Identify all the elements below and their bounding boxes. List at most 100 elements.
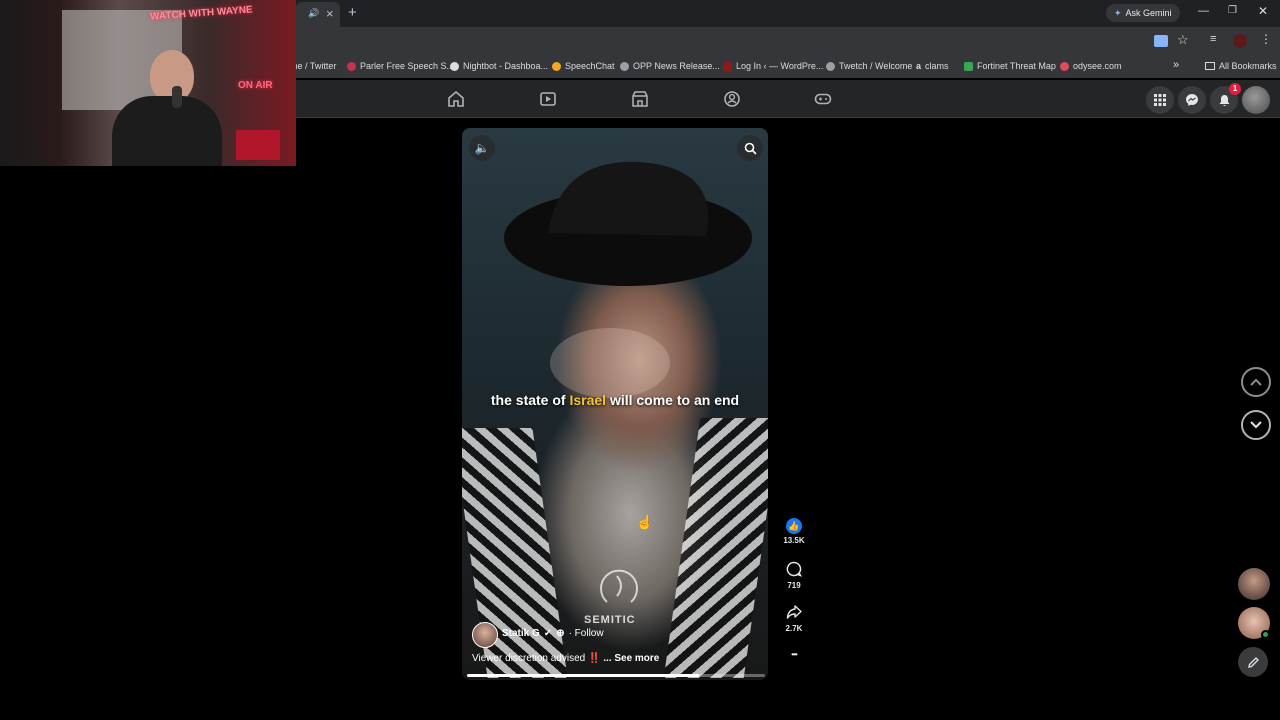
all-bookmarks-label: All Bookmarks [1219, 61, 1277, 71]
shield-icon [964, 61, 973, 71]
account-avatar[interactable] [1242, 86, 1270, 114]
gaming-icon[interactable] [814, 90, 832, 108]
twetch-icon [826, 61, 835, 71]
bookmark-label: SpeechChat [565, 61, 615, 71]
bookmark-wordpress[interactable]: Log In ‹ — WordPre... [723, 61, 823, 71]
bell-icon [1219, 94, 1229, 106]
more-options-button[interactable]: ••• [782, 650, 806, 659]
media-controls-icon[interactable]: ≡ [1210, 33, 1216, 45]
see-more-link[interactable]: ... See more [603, 653, 659, 664]
video-watermark: SEMITIC [584, 614, 636, 626]
tab-audio-icon[interactable]: 🔊 [308, 8, 319, 19]
tab-close-icon[interactable]: × [326, 6, 334, 21]
bookmark-parler[interactable]: Parler Free Speech S... [347, 61, 454, 71]
face-highlight [550, 328, 670, 398]
bookmark-star-icon[interactable]: ☆ [1177, 32, 1189, 48]
bookmark-label: me / Twitter [290, 61, 337, 71]
ask-gemini-label: Ask Gemini [1125, 8, 1172, 18]
bookmark-speechchat[interactable]: SpeechChat [552, 61, 615, 71]
new-tab-button[interactable]: + [348, 4, 357, 21]
search-button[interactable] [737, 135, 763, 161]
gemini-icon: ✦ [1114, 7, 1122, 18]
compose-icon [1247, 656, 1259, 668]
scarf-right [663, 418, 768, 678]
browser-menu-icon[interactable]: ⋮ [1260, 32, 1272, 46]
double-exclamation-emoji: ‼️ [588, 653, 601, 664]
share-count: 2.7K [785, 624, 803, 633]
ask-gemini-button[interactable]: ✦ Ask Gemini [1106, 4, 1180, 22]
progress-fill [467, 674, 700, 677]
bookmark-label: OPP News Release... [633, 61, 720, 71]
messenger-button[interactable] [1178, 86, 1206, 114]
share-icon [786, 605, 802, 619]
bookmark-fortinet[interactable]: Fortinet Threat Map [964, 61, 1056, 71]
keyboard [236, 130, 280, 160]
browser-tab[interactable]: 🔊 × [296, 2, 340, 27]
share-button[interactable]: 2.7K [782, 604, 806, 633]
more-bookmarks-icon[interactable]: » [1173, 59, 1179, 71]
odysee-icon [1060, 61, 1069, 71]
next-reel-button[interactable] [1241, 410, 1271, 440]
caption-text: will come to an end [606, 392, 740, 408]
watermark-logo-icon [600, 569, 638, 603]
messenger-icon [1186, 94, 1198, 106]
bookmark-twitter[interactable]: me / Twitter [290, 61, 336, 71]
bookmark-label: Log In ‹ — WordPre... [736, 61, 824, 71]
comment-count: 719 [787, 581, 801, 590]
notification-badge: 1 [1229, 83, 1241, 95]
minimize-window-icon[interactable]: — [1198, 5, 1209, 17]
extension-icon[interactable] [1154, 35, 1168, 47]
author-avatar[interactable] [472, 622, 498, 648]
folder-icon [1205, 62, 1215, 70]
progress-bar[interactable] [467, 674, 765, 677]
like-count: 13.5K [783, 536, 805, 545]
hat-shape [504, 161, 752, 286]
bookmark-label: Fortinet Threat Map [977, 61, 1056, 71]
video-icon[interactable] [539, 90, 557, 108]
bookmark-opp-news[interactable]: OPP News Release... [620, 61, 720, 71]
bookmark-label: Nightbot - Dashboa... [463, 61, 549, 71]
bookmark-odysee[interactable]: odysee.com [1060, 61, 1122, 71]
globe-icon [620, 61, 629, 71]
new-message-button[interactable] [1238, 647, 1268, 677]
previous-reel-button[interactable] [1241, 367, 1271, 397]
wordpress-icon [723, 61, 732, 71]
grid-icon [1154, 94, 1166, 106]
home-icon[interactable] [447, 90, 465, 108]
neon-sign-on-air: ON AIR [238, 80, 273, 91]
webcam-overlay: WATCH WITH WAYNE ON AIR [0, 0, 296, 166]
bookmark-twetch[interactable]: Twetch / Welcome [826, 61, 912, 71]
bookmark-label: Parler Free Speech S... [360, 61, 455, 71]
speaker-icon: 🔈 [474, 141, 490, 155]
profile-icon[interactable] [1233, 34, 1247, 48]
all-bookmarks-button[interactable]: All Bookmarks [1205, 61, 1277, 71]
follow-button[interactable]: · Follow [569, 628, 604, 639]
caption-highlight: Israel [569, 392, 607, 408]
menu-grid-button[interactable] [1146, 86, 1174, 114]
nightbot-icon [450, 61, 459, 71]
marketplace-icon[interactable] [631, 90, 649, 108]
bookmark-nightbot[interactable]: Nightbot - Dashboa... [450, 61, 548, 71]
close-window-icon[interactable]: ✕ [1258, 4, 1268, 18]
caption-text: the state of [490, 392, 570, 408]
volume-button[interactable]: 🔈 [469, 135, 495, 161]
restore-window-icon[interactable]: ❐ [1228, 5, 1237, 16]
reel-video-player[interactable]: 🔈 the state of Israel will come to an en… [462, 128, 768, 680]
groups-icon[interactable] [723, 90, 741, 108]
author-name[interactable]: Statik G [502, 628, 540, 639]
verified-icon: ✓ [543, 628, 553, 639]
bookmark-clams[interactable]: a clams [916, 61, 949, 71]
mouse-cursor: ☝ [636, 514, 654, 530]
chevron-up-icon [1250, 378, 1262, 386]
bookmark-label: odysee.com [1073, 61, 1122, 71]
comment-icon [786, 561, 803, 577]
streamer-body [112, 96, 222, 166]
speechchat-icon [552, 61, 561, 71]
like-button[interactable]: 👍 13.5K [782, 518, 806, 545]
microphone [172, 86, 182, 108]
chevron-down-icon [1250, 421, 1262, 429]
globe-icon: ⊕ [556, 628, 565, 639]
neon-sign-watch: WATCH WITH WAYNE [149, 4, 254, 23]
comment-button[interactable]: 719 [782, 561, 806, 590]
contact-avatar[interactable] [1238, 568, 1270, 600]
